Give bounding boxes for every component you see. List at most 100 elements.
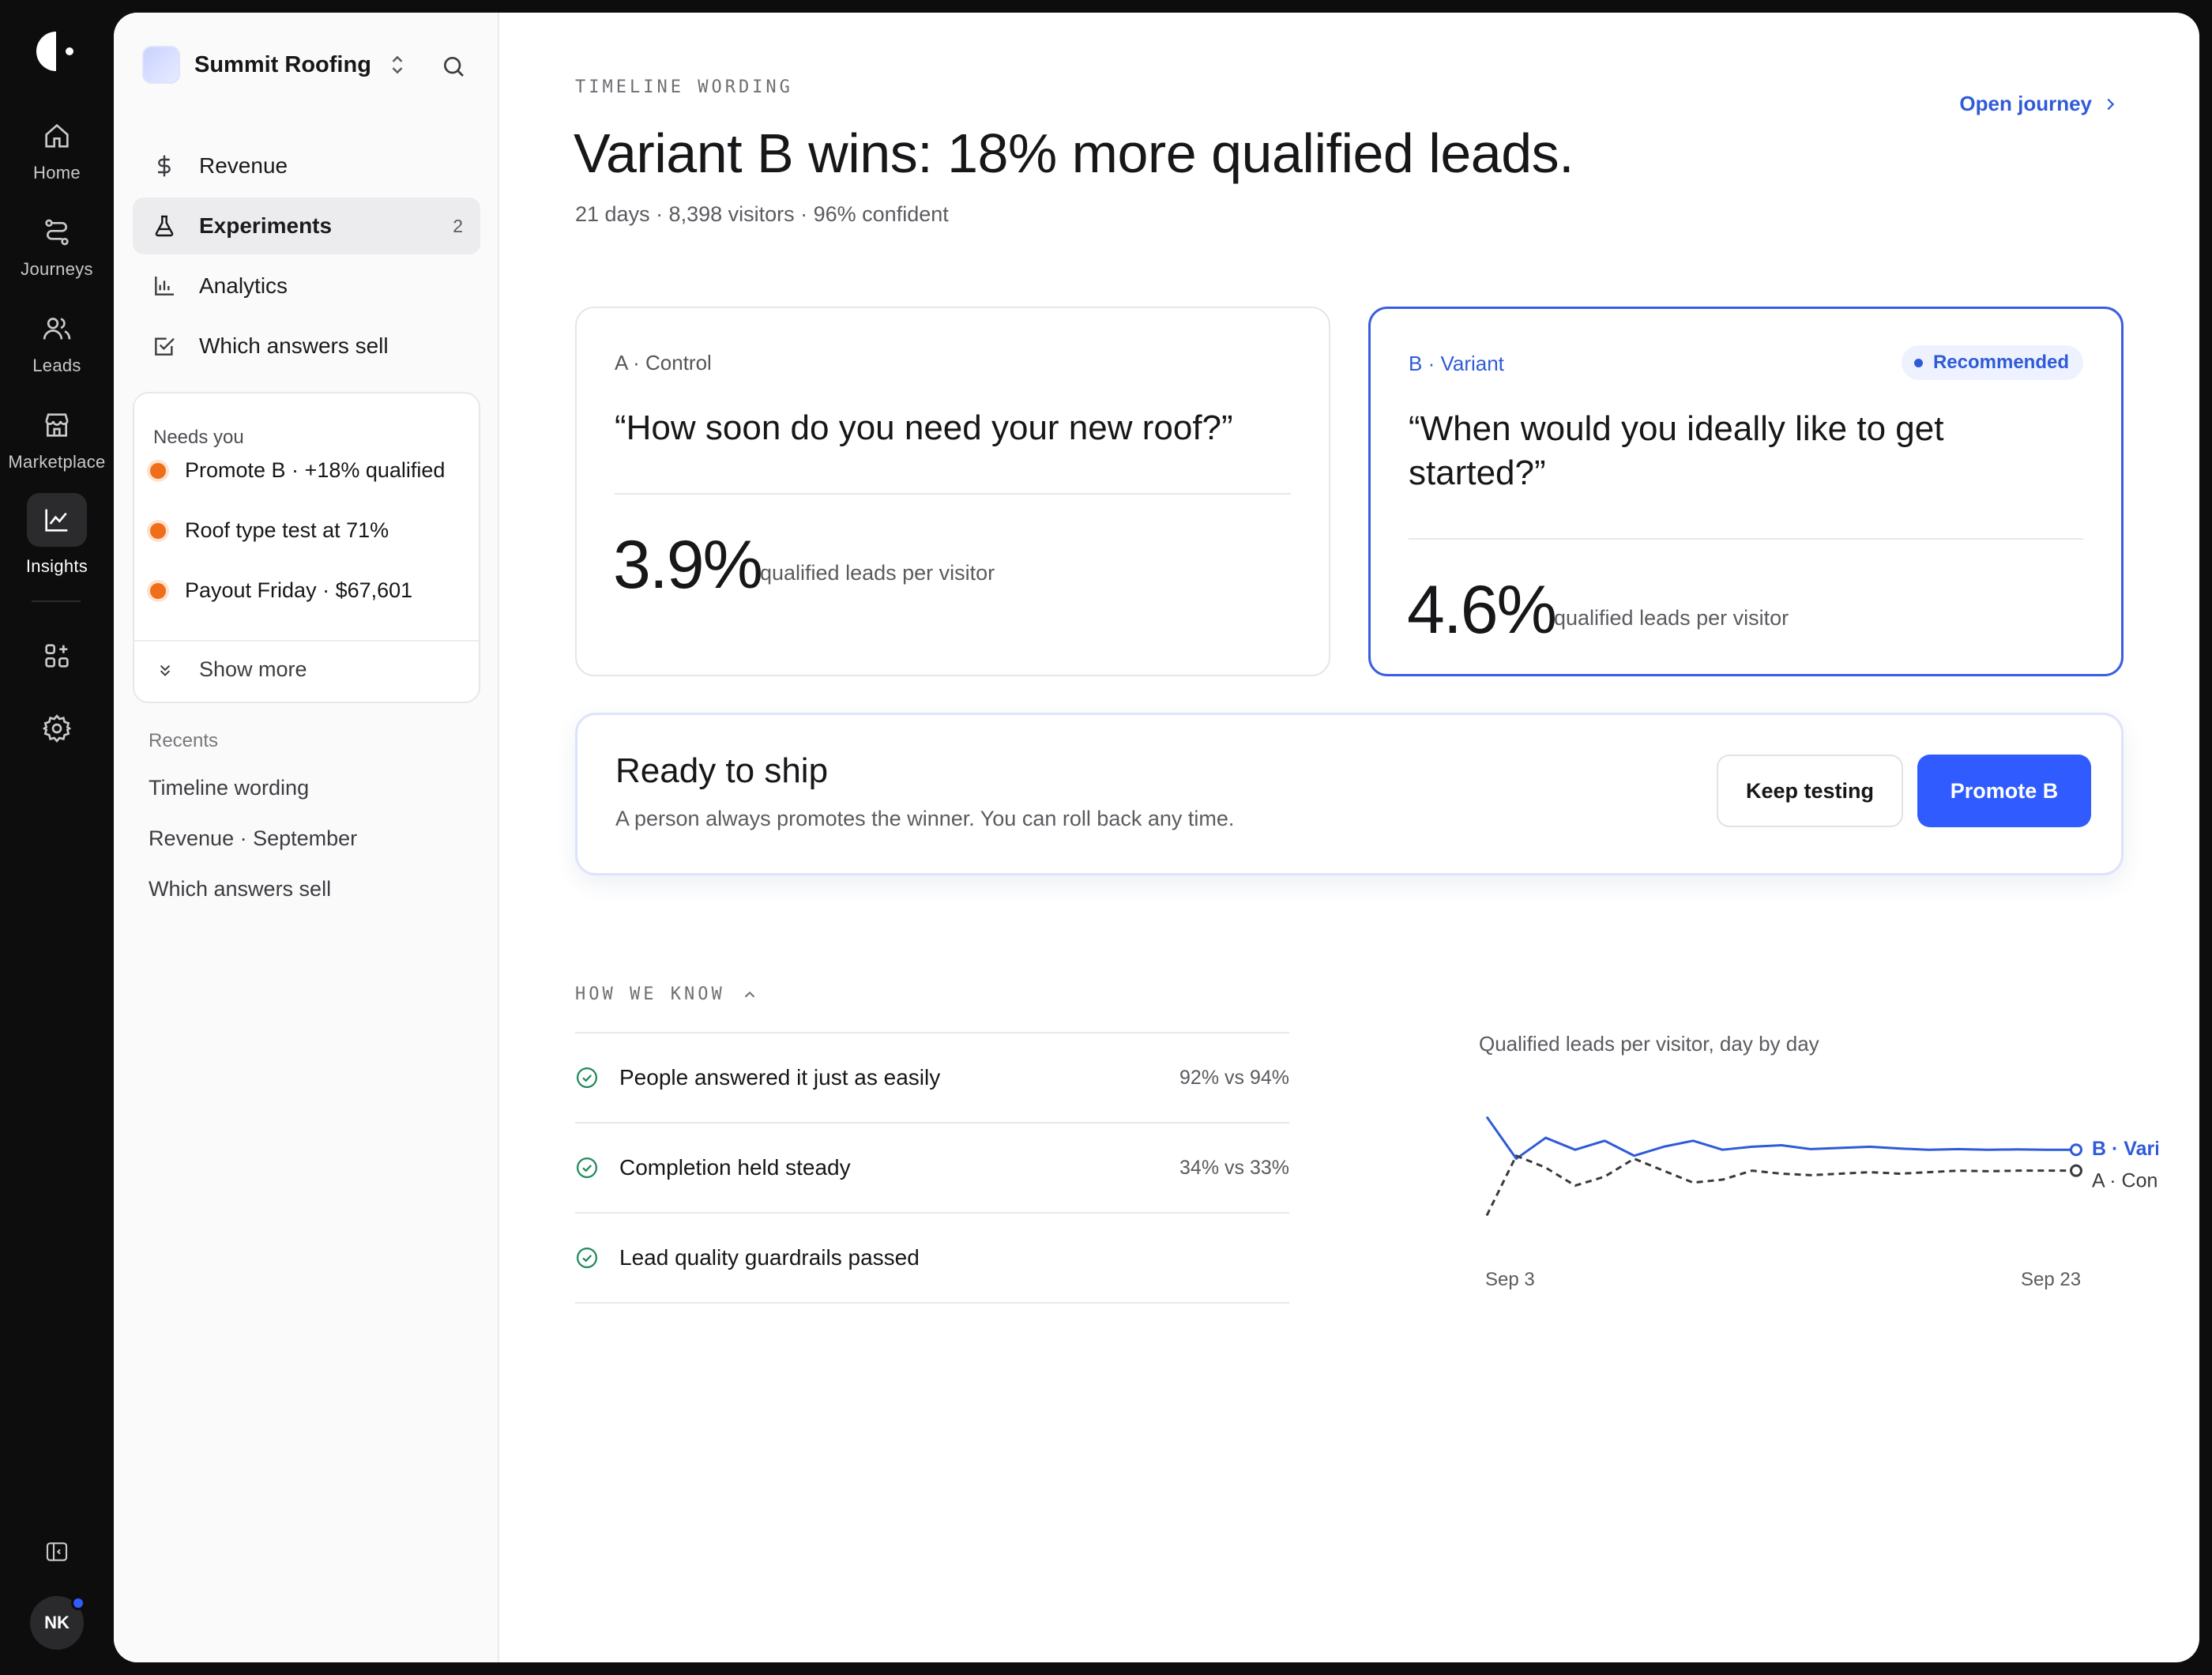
rail-item-label: Insights: [25, 556, 88, 576]
collapse-sidebar-icon[interactable]: [44, 1539, 70, 1564]
rail-item-label: Marketplace: [8, 452, 106, 472]
main-content: TIMELINE WORDING Variant B wins: 18% mor…: [499, 13, 2199, 1662]
check-label: Lead quality guardrails passed: [619, 1245, 920, 1270]
workspace-name: Summit Roofing: [194, 51, 371, 77]
rail-item-label: Home: [33, 163, 81, 183]
alert-dot: [150, 582, 166, 599]
variant-question: “When would you ideally like to get star…: [1409, 409, 1944, 492]
series-end-point: [2070, 1164, 2082, 1177]
promote-b-button[interactable]: Promote B: [1917, 755, 2091, 827]
variant-b-line: [1485, 1116, 2076, 1161]
chevron-up-down-icon: [392, 55, 403, 74]
rail-item-marketplace[interactable]: Marketplace: [0, 409, 114, 472]
needs-you-panel: Needs you Promote B · +18% qualified Roo…: [133, 392, 480, 703]
ship-subtitle: A person always promotes the winner. You…: [615, 807, 1235, 830]
ready-to-ship-panel: Ready to ship A person always promotes t…: [575, 713, 2124, 875]
keep-testing-button[interactable]: Keep testing: [1717, 755, 1903, 827]
search-icon[interactable]: [441, 54, 466, 79]
sidebar-item-experiments[interactable]: Experiments 2: [133, 198, 480, 254]
avatar-initials: NK: [44, 1613, 70, 1632]
rail-item-home[interactable]: Home: [0, 120, 114, 183]
experiments-count-badge: 2: [453, 215, 463, 236]
variant-a-card[interactable]: A · Control “How soon do you need your n…: [575, 307, 1330, 676]
recent-item[interactable]: Which answers sell: [149, 877, 331, 901]
needs-you-item[interactable]: Roof type test at 71%: [150, 518, 389, 543]
page-eyebrow: TIMELINE WORDING: [575, 77, 793, 97]
flask-icon: [155, 215, 174, 237]
show-more-label: Show more: [199, 657, 307, 681]
recent-item[interactable]: Timeline wording: [149, 776, 309, 800]
check-value: 34% vs 33%: [1179, 1156, 1289, 1179]
recents-title: Recents: [149, 730, 219, 751]
variant-label: A · Control: [615, 351, 712, 375]
rail-divider: [32, 600, 81, 602]
x-tick-label: Sep 23: [2021, 1269, 2082, 1290]
variant-rate-value: 3.9%: [613, 527, 763, 603]
active-indicator: [27, 493, 87, 547]
sidebar: Summit Roofing Revenue Experiments 2 Ana…: [114, 13, 499, 1662]
settings-gear-icon[interactable]: [41, 713, 73, 744]
show-more-button[interactable]: Show more: [155, 657, 307, 682]
sidebar-item-label: Revenue: [199, 153, 288, 178]
divider: [134, 640, 479, 642]
check-row: Completion held steady 34% vs 33%: [575, 1124, 1289, 1214]
check-label: Completion held steady: [619, 1155, 851, 1180]
needs-you-title: Needs you: [153, 427, 244, 448]
sidebar-item-label: Which answers sell: [199, 333, 389, 358]
variant-rate-unit: qualified leads per visitor: [1554, 606, 1789, 630]
chevron-right-icon: [2107, 98, 2115, 110]
variant-b-card[interactable]: B · Variant Recommended “When would you …: [1368, 307, 2124, 676]
needs-you-item[interactable]: Promote B · +18% qualified: [150, 458, 445, 483]
series-end-point: [2070, 1143, 2082, 1157]
chevron-up-icon: [744, 991, 754, 997]
needs-you-item[interactable]: Payout Friday · $67,601: [150, 578, 412, 603]
guardrail-checks: People answered it just as easily 92% vs…: [575, 1032, 1289, 1304]
sidebar-item-revenue[interactable]: Revenue: [133, 137, 480, 194]
check-circle-icon: [577, 1067, 597, 1088]
control-a-legend-label: A · Control: [2092, 1169, 2158, 1191]
rail-item-journeys[interactable]: Journeys: [0, 216, 114, 280]
alert-dot: [150, 462, 166, 479]
sidebar-item-label: Analytics: [199, 273, 288, 298]
check-value: 92% vs 94%: [1179, 1066, 1289, 1089]
check-label: People answered it just as easily: [619, 1065, 941, 1090]
rail-item-leads[interactable]: Leads: [0, 313, 114, 376]
chart-title: Qualified leads per visitor, day by day: [1479, 1032, 1819, 1056]
apps-add-icon[interactable]: [41, 640, 73, 672]
variant-label: B · Variant: [1409, 352, 1504, 375]
app-logo-icon[interactable]: [35, 30, 79, 73]
how-we-know-toggle[interactable]: HOW WE KNOW: [575, 984, 758, 1004]
workspace-switcher[interactable]: Summit Roofing: [142, 46, 406, 84]
recommended-badge: Recommended: [1901, 345, 2083, 380]
open-journey-link[interactable]: Open journey: [1959, 92, 2119, 116]
variant-rate-value: 4.6%: [1407, 572, 1557, 648]
sidebar-nav: Revenue Experiments 2 Analytics Which an…: [133, 137, 480, 378]
needs-you-item-label: Promote B · +18% qualified: [185, 458, 446, 482]
divider: [615, 493, 1291, 495]
sidebar-item-which-answers-sell[interactable]: Which answers sell: [133, 318, 480, 375]
rail-item-insights[interactable]: Insights: [0, 493, 114, 577]
check-circle-icon: [577, 1157, 597, 1178]
page-title: Variant B wins: 18% more qualified leads…: [574, 122, 1574, 184]
variant-b-legend-label: B · Variant: [2092, 1138, 2158, 1160]
app-window: Summit Roofing Revenue Experiments 2 Ana…: [114, 13, 2199, 1662]
needs-you-item-label: Roof type test at 71%: [185, 518, 389, 542]
workspace-logo: [142, 46, 180, 84]
variant-rate-unit: qualified leads per visitor: [760, 561, 995, 585]
chevrons-down-icon: [160, 664, 171, 676]
route-icon: [45, 219, 69, 246]
chart-icon: [45, 509, 68, 532]
how-we-know-title: HOW WE KNOW: [575, 984, 725, 1004]
recent-item[interactable]: Revenue · September: [149, 826, 357, 851]
sidebar-item-analytics[interactable]: Analytics: [133, 258, 480, 314]
home-icon: [45, 123, 69, 148]
open-journey-label: Open journey: [1959, 92, 2092, 115]
ship-title: Ready to ship: [615, 751, 829, 790]
store-icon: [45, 413, 69, 437]
page-subtitle: 21 days · 8,398 visitors · 96% confident: [575, 202, 949, 226]
check-row: Lead quality guardrails passed: [575, 1214, 1289, 1304]
dollar-icon: [158, 155, 171, 177]
alert-dot: [150, 522, 166, 539]
divider: [1409, 538, 2083, 540]
users-icon: [43, 318, 71, 340]
